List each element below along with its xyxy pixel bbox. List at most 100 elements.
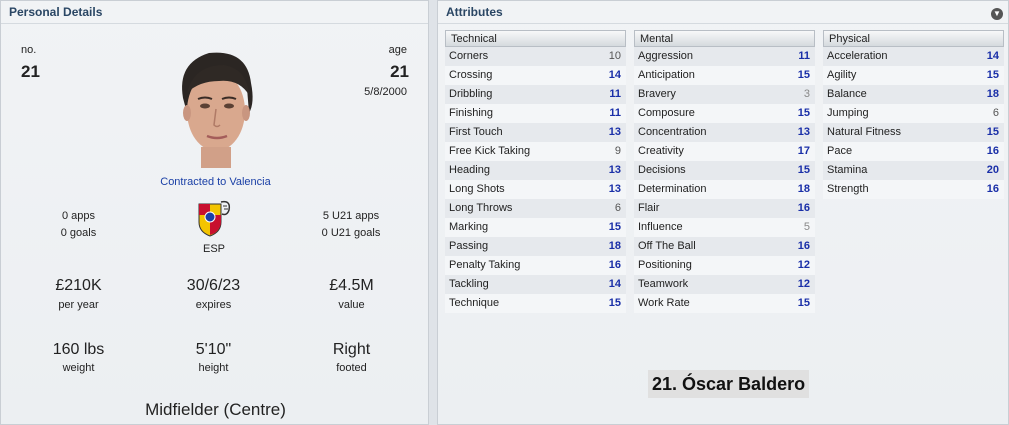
attribute-row[interactable]: Stamina 20 xyxy=(823,161,1004,180)
attribute-row[interactable]: Composure 15 xyxy=(634,104,815,123)
attribute-row[interactable]: Heading 13 xyxy=(445,161,626,180)
panel-title-personal: Personal Details xyxy=(9,5,103,19)
physical-header: Physical xyxy=(823,30,1004,47)
attribute-name: Balance xyxy=(827,88,867,100)
attribute-value: 20 xyxy=(986,164,999,176)
attribute-name: Stamina xyxy=(827,164,868,176)
attribute-value: 16 xyxy=(986,183,999,195)
attribute-value: 15 xyxy=(797,297,810,309)
spain-federation-badge-icon xyxy=(198,200,231,237)
wage-value: £210K xyxy=(55,277,102,294)
attribute-value: 14 xyxy=(608,69,621,81)
attribute-row[interactable]: Tackling 14 xyxy=(445,275,626,294)
attribute-name: Concentration xyxy=(638,126,707,138)
age-value: 21 xyxy=(390,62,409,81)
attribute-row[interactable]: Teamwork 12 xyxy=(634,275,815,294)
attribute-name: Teamwork xyxy=(638,278,689,290)
attribute-value: 15 xyxy=(608,297,621,309)
attribute-name: Creativity xyxy=(638,145,684,157)
attribute-value: 18 xyxy=(797,183,810,195)
attribute-value: 13 xyxy=(797,126,810,138)
attribute-row[interactable]: Work Rate 15 xyxy=(634,294,815,313)
attribute-row[interactable]: Determination 18 xyxy=(634,180,815,199)
contract-link[interactable]: Contracted to Valencia xyxy=(1,176,430,188)
attribute-name: Jumping xyxy=(827,107,869,119)
mental-rows: Aggression 11 Anticipation 15 Bravery 3 Compos… xyxy=(634,47,815,313)
attribute-row[interactable]: Long Shots 13 xyxy=(445,180,626,199)
attribute-row[interactable]: Finishing 11 xyxy=(445,104,626,123)
attribute-value: 5 xyxy=(803,221,810,233)
attribute-name: Determination xyxy=(638,183,707,195)
attribute-row[interactable]: First Touch 13 xyxy=(445,123,626,142)
attribute-row[interactable]: Strength 16 xyxy=(823,180,1004,199)
contract-expiry-value: 30/6/23 xyxy=(186,277,241,294)
attribute-name: Long Throws xyxy=(449,202,513,214)
attribute-name: Off The Ball xyxy=(638,240,696,252)
attribute-name: Heading xyxy=(449,164,490,176)
attribute-value: 14 xyxy=(986,50,999,62)
player-position: Midfielder (Centre) xyxy=(145,400,286,419)
physical-column: Physical Acceleration 14 Agility 15 Balance 1… xyxy=(823,30,1004,199)
attribute-value: 11 xyxy=(609,88,621,100)
attribute-row[interactable]: Decisions 15 xyxy=(634,161,815,180)
attribute-name: Acceleration xyxy=(827,50,888,62)
attribute-name: Bravery xyxy=(638,88,676,100)
height-label: height xyxy=(198,362,229,374)
attribute-row[interactable]: Agility 15 xyxy=(823,66,1004,85)
attribute-row[interactable]: Acceleration 14 xyxy=(823,47,1004,66)
attribute-name: Natural Fitness xyxy=(827,126,901,138)
attribute-row[interactable]: Concentration 13 xyxy=(634,123,815,142)
attribute-row[interactable]: Off The Ball 16 xyxy=(634,237,815,256)
attribute-row[interactable]: Balance 18 xyxy=(823,85,1004,104)
attribute-value: 11 xyxy=(609,107,621,119)
attribute-value: 15 xyxy=(797,69,810,81)
attribute-value: 9 xyxy=(614,145,621,157)
attribute-value: 13 xyxy=(608,126,621,138)
attribute-row[interactable]: Aggression 11 xyxy=(634,47,815,66)
attribute-row[interactable]: Creativity 17 xyxy=(634,142,815,161)
attribute-row[interactable]: Corners 10 xyxy=(445,47,626,66)
attribute-value: 15 xyxy=(608,221,621,233)
attribute-name: Influence xyxy=(638,221,683,233)
age-label: age xyxy=(388,44,407,56)
attribute-name: Crossing xyxy=(449,69,493,81)
attribute-name: Agility xyxy=(827,69,857,81)
attribute-row[interactable]: Positioning 12 xyxy=(634,256,815,275)
attribute-row[interactable]: Long Throws 6 xyxy=(445,199,626,218)
attribute-row[interactable]: Jumping 6 xyxy=(823,104,1004,123)
attribute-name: Long Shots xyxy=(449,183,505,195)
attribute-value: 3 xyxy=(803,88,810,100)
attribute-value: 18 xyxy=(608,240,621,252)
attribute-row[interactable]: Pace 16 xyxy=(823,142,1004,161)
attribute-name: Dribbling xyxy=(449,88,493,100)
attribute-value: 13 xyxy=(608,183,621,195)
weight-label: weight xyxy=(62,362,95,374)
technical-rows: Corners 10 Crossing 14 Dribbling 11 Finishing 1… xyxy=(445,47,626,313)
wage-label: per year xyxy=(58,299,99,311)
attribute-name: Anticipation xyxy=(638,69,695,81)
attribute-row[interactable]: Passing 18 xyxy=(445,237,626,256)
attribute-value: 16 xyxy=(608,259,621,271)
attribute-row[interactable]: Influence 5 xyxy=(634,218,815,237)
u21-apps-count: 5 U21 apps xyxy=(322,210,380,222)
attribute-row[interactable]: Natural Fitness 15 xyxy=(823,123,1004,142)
attribute-value: 14 xyxy=(608,278,621,290)
attribute-row[interactable]: Anticipation 15 xyxy=(634,66,815,85)
height-value: 5'10" xyxy=(195,341,232,358)
attribute-value: 18 xyxy=(986,88,999,100)
attribute-row[interactable]: Free Kick Taking 9 xyxy=(445,142,626,161)
attribute-row[interactable]: Dribbling 11 xyxy=(445,85,626,104)
attribute-row[interactable]: Marking 15 xyxy=(445,218,626,237)
attribute-value: 15 xyxy=(797,164,810,176)
attribute-row[interactable]: Technique 15 xyxy=(445,294,626,313)
technical-header: Technical xyxy=(445,30,626,47)
attribute-value: 16 xyxy=(986,145,999,157)
chevron-down-icon[interactable]: ▼ xyxy=(991,8,1003,20)
attribute-value: 16 xyxy=(797,202,810,214)
attribute-name: Decisions xyxy=(638,164,686,176)
attribute-row[interactable]: Crossing 14 xyxy=(445,66,626,85)
attribute-row[interactable]: Bravery 3 xyxy=(634,85,815,104)
attribute-row[interactable]: Penalty Taking 16 xyxy=(445,256,626,275)
number-value: 21 xyxy=(21,62,40,81)
attribute-row[interactable]: Flair 16 xyxy=(634,199,815,218)
